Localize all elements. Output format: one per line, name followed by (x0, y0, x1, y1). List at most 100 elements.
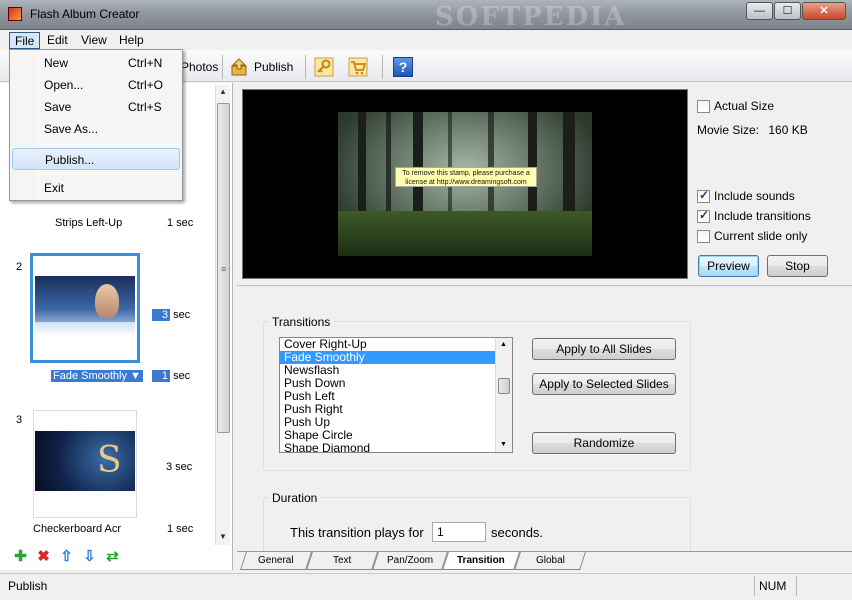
menu-separator (40, 144, 178, 145)
slide-list-scrollbar[interactable]: ▲ ≡ ▼ (215, 85, 230, 545)
actual-size-label: Actual Size (714, 99, 775, 113)
preview-button[interactable]: Preview (698, 255, 759, 277)
transition-duration-value[interactable]: 1 (152, 370, 170, 382)
duration-input[interactable]: 1 (432, 522, 486, 542)
photos-button[interactable]: Photos (181, 56, 218, 78)
menu-separator (40, 174, 178, 175)
movie-size-value: 160 KB (768, 123, 808, 137)
delete-slide-icon[interactable]: ✖ (35, 548, 52, 565)
menu-view[interactable]: View (76, 32, 112, 49)
menu-item-new[interactable]: New Ctrl+N (12, 52, 180, 74)
move-up-icon[interactable]: ⇧ (58, 548, 75, 565)
apply-selected-slides-button[interactable]: Apply to Selected Slides (532, 373, 676, 395)
num-lock-indicator: NUM (754, 576, 794, 596)
slide-image (35, 276, 135, 336)
toolbar-separator (382, 55, 383, 79)
menu-item-publish[interactable]: Publish... (12, 148, 180, 170)
transitions-list[interactable]: Cover Right-Up Fade Smoothly Newsflash P… (279, 337, 513, 453)
close-button[interactable]: ✕ (802, 2, 846, 20)
scroll-up-arrow[interactable]: ▲ (219, 87, 227, 96)
slide-transition-duration[interactable]: 1 sec (167, 523, 193, 535)
actual-size-checkbox[interactable]: Actual Size (697, 99, 774, 113)
publish-icon (231, 58, 247, 76)
slide-image: S (35, 431, 135, 491)
help-icon: ? (393, 57, 413, 77)
file-menu-dropdown: New Ctrl+N Open... Ctrl+O Save Ctrl+S Sa… (9, 49, 183, 201)
slide-number: 3 (16, 414, 23, 426)
chevron-down-icon: ▼ (130, 370, 141, 382)
scroll-down-arrow[interactable]: ▼ (219, 532, 227, 541)
slide-number: 2 (16, 261, 23, 273)
slide-transition-duration[interactable]: 1 sec (152, 370, 190, 382)
slide-transition-dropdown[interactable]: Fade Smoothly ▼ (51, 370, 143, 382)
portrait-figure (95, 284, 119, 318)
watermark-logo: SOFTPEDIA (435, 2, 627, 32)
include-transitions-checkbox[interactable]: Include transitions (697, 208, 811, 223)
menu-help[interactable]: Help (114, 32, 149, 49)
preview-area: To remove this stamp, please purchase a … (237, 83, 852, 286)
stop-button[interactable]: Stop (767, 255, 828, 277)
include-sounds-label: Include sounds (714, 189, 795, 203)
slide-thumbnail[interactable]: S (33, 410, 137, 518)
movie-size-label: Movie Size: (697, 123, 760, 137)
checkbox-box[interactable] (697, 99, 710, 113)
checkbox-box[interactable] (697, 229, 710, 243)
menu-item-exit[interactable]: Exit (12, 177, 180, 199)
preview-image: To remove this stamp, please purchase a … (338, 112, 592, 256)
slide-transition-duration[interactable]: 1 sec (167, 217, 193, 229)
apply-all-slides-button[interactable]: Apply to All Slides (532, 338, 676, 360)
checkbox-box[interactable] (697, 208, 710, 223)
cart-icon (348, 57, 368, 77)
minimize-button[interactable]: — (746, 2, 773, 20)
duration-suffix: seconds. (491, 525, 544, 540)
tab-transition[interactable]: Transition (442, 552, 520, 570)
slide-transition-label: Fade Smoothly (53, 370, 127, 382)
list-item[interactable]: Shape Diamond (280, 442, 512, 453)
buy-button[interactable] (348, 56, 368, 78)
include-transitions-label: Include transitions (714, 209, 811, 223)
duration-group-label: Duration (269, 491, 321, 505)
transitions-group-label: Transitions (269, 315, 334, 329)
register-button[interactable] (314, 56, 334, 78)
maximize-button[interactable]: ☐ (774, 2, 801, 20)
menu-item-save[interactable]: Save Ctrl+S (12, 96, 180, 118)
add-slide-icon[interactable]: ✚ (12, 548, 29, 565)
slide-display-duration[interactable]: 3 sec (166, 461, 192, 473)
window-title: Flash Album Creator (30, 7, 140, 21)
scroll-thumb[interactable] (498, 378, 510, 394)
menu-item-save-as[interactable]: Save As... (12, 118, 180, 140)
scroll-down-arrow[interactable]: ▼ (500, 441, 507, 448)
slide-transition-label[interactable]: Strips Left-Up (55, 217, 122, 229)
current-slide-only-checkbox[interactable]: Current slide only (697, 229, 807, 243)
logo-s-graphic: S (97, 440, 122, 481)
duration-prefix: This transition plays for (290, 525, 424, 540)
scroll-up-arrow[interactable]: ▲ (500, 341, 507, 348)
license-stamp: To remove this stamp, please purchase a … (395, 167, 537, 187)
menu-item-open[interactable]: Open... Ctrl+O (12, 74, 180, 96)
property-tabs: General Text Pan/Zoom Transition Global (237, 551, 852, 571)
display-duration-value[interactable]: 3 (152, 309, 170, 321)
slide-transition-label[interactable]: Checkerboard Acr (33, 523, 127, 535)
slide-thumbnail-selected[interactable] (30, 253, 140, 363)
tab-pan-zoom[interactable]: Pan/Zoom (372, 552, 448, 570)
menu-edit[interactable]: Edit (42, 32, 73, 49)
tab-text[interactable]: Text (306, 552, 378, 570)
menu-bar: File Edit View Help (0, 30, 852, 50)
menu-file[interactable]: File (9, 32, 41, 49)
transition-duration-unit: sec (173, 370, 191, 382)
publish-button[interactable]: Publish (230, 56, 293, 78)
include-sounds-checkbox[interactable]: Include sounds (697, 188, 795, 203)
help-button[interactable]: ? (393, 56, 413, 78)
status-text: Publish (8, 579, 48, 593)
transitions-list-scrollbar[interactable]: ▲ ▼ (495, 338, 512, 452)
tab-global[interactable]: Global (514, 552, 586, 570)
toolbar-separator (222, 55, 223, 79)
tab-general[interactable]: General (240, 552, 312, 570)
move-down-icon[interactable]: ⇩ (81, 548, 98, 565)
transition-properties-panel: Transitions Cover Right-Up Fade Smoothly… (237, 289, 852, 557)
shuffle-icon[interactable]: ⇄ (104, 548, 121, 565)
scroll-thumb[interactable]: ≡ (217, 103, 230, 433)
randomize-button[interactable]: Randomize (532, 432, 676, 454)
checkbox-box[interactable] (697, 188, 710, 203)
slide-display-duration[interactable]: 3 sec (152, 309, 190, 321)
